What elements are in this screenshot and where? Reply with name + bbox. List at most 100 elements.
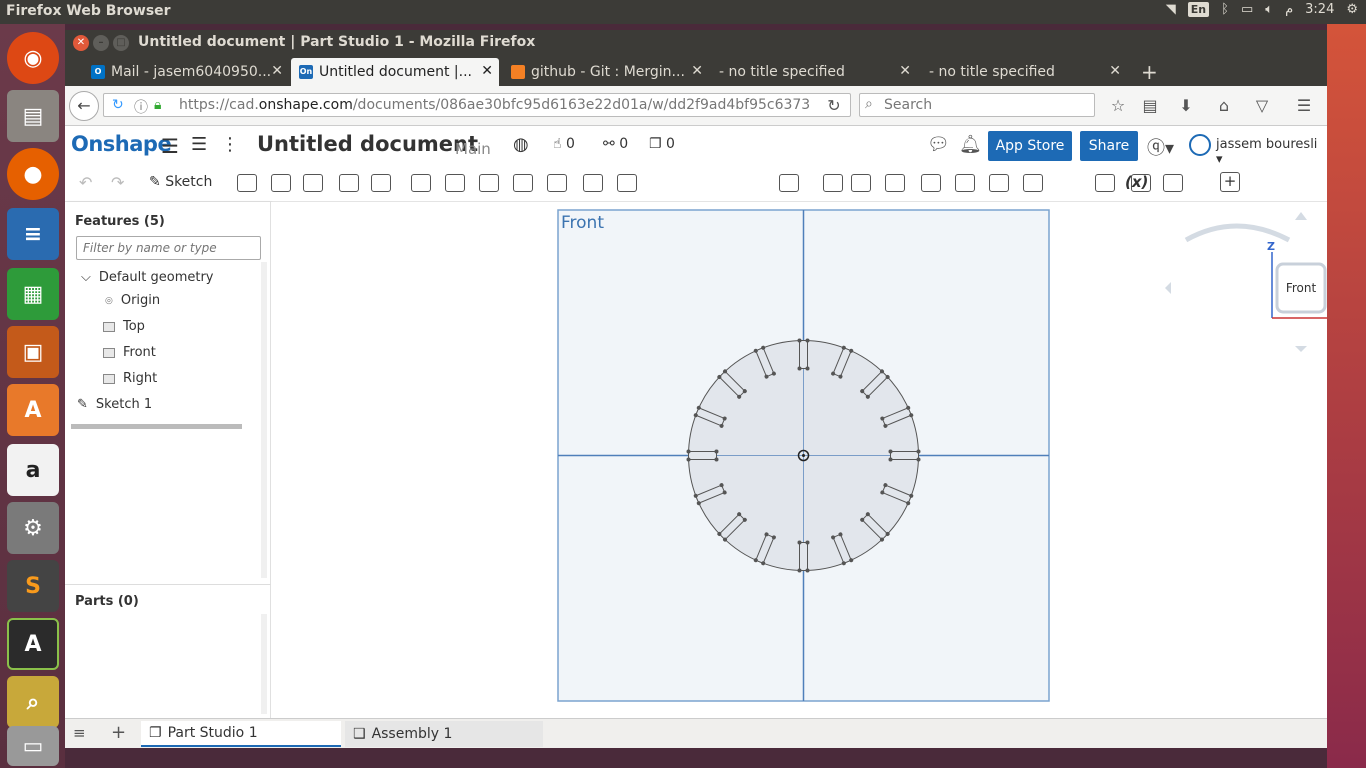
writer-icon[interactable]: ≡ (7, 208, 59, 260)
tab-close-icon[interactable]: ✕ (691, 63, 703, 79)
feature-tool-icon[interactable] (921, 174, 941, 192)
feature-tool-icon[interactable] (547, 174, 567, 192)
add-tab-icon[interactable]: + (111, 722, 126, 743)
view-left-arrow[interactable] (1165, 282, 1171, 294)
feature-tool-icon[interactable] (303, 174, 323, 192)
calc-icon[interactable]: ▦ (7, 268, 59, 320)
branch-icon[interactable]: ⋮ (221, 134, 239, 155)
battery-icon[interactable]: ▭ (1241, 2, 1253, 17)
viewport-canvas[interactable]: Front Front Z (271, 202, 1365, 718)
avatar[interactable] (1189, 134, 1211, 156)
pocket-icon[interactable]: ▽ (1251, 95, 1273, 117)
reload-icon[interactable]: ↻ (112, 97, 124, 113)
search-tool-icon[interactable]: ⌕ (7, 676, 59, 728)
reload-icon[interactable]: ↻ (823, 95, 845, 117)
tab-onshape[interactable]: On Untitled document |... ✕ (291, 58, 499, 86)
window-maximize-button[interactable]: □ (113, 35, 129, 51)
graphics-viewport[interactable]: Front Front Z (271, 202, 1365, 718)
files-icon[interactable]: ▤ (7, 90, 59, 142)
variable-icon[interactable]: (x) (1125, 173, 1148, 191)
window-minimize-button[interactable]: – (93, 35, 109, 51)
feature-tool-icon[interactable] (583, 174, 603, 192)
view-up-arrow[interactable] (1295, 212, 1307, 220)
system-settings-icon[interactable]: ⚙ (7, 502, 59, 554)
search-input[interactable]: ⌕ Search (859, 93, 1095, 117)
user-menu[interactable]: jassem bouresli ▾ (1216, 137, 1327, 167)
amazon-icon[interactable]: a (7, 444, 59, 496)
view-down-arrow[interactable] (1295, 346, 1307, 352)
parts-list-scrollbar[interactable] (261, 614, 267, 714)
hamburger-menu-icon[interactable]: ☰ (161, 134, 179, 158)
new-tab-button[interactable]: + (1133, 58, 1163, 86)
feature-tool-icon[interactable] (479, 174, 499, 192)
keyboard-layout-indicator[interactable]: En (1187, 2, 1210, 17)
language-indicator[interactable]: م (1285, 2, 1293, 17)
feature-tool-icon[interactable] (513, 174, 533, 192)
software-center-icon[interactable]: A (7, 384, 59, 436)
sublime-icon[interactable]: S (7, 560, 59, 612)
impress-icon[interactable]: ▣ (7, 326, 59, 378)
feature-tool-icon[interactable] (779, 174, 799, 192)
feature-list-scrollbar[interactable] (261, 262, 267, 578)
bookmark-star-icon[interactable]: ☆ (1107, 95, 1129, 117)
sketch-slot[interactable] (686, 449, 719, 462)
chevron-down-icon[interactable]: ⌵ (81, 270, 91, 285)
feature-tool-icon[interactable] (371, 174, 391, 192)
like-count[interactable]: ☝ 0 (553, 136, 575, 152)
tab-assembly-1[interactable]: ❑ Assembly 1 (345, 721, 543, 747)
sketch-slot[interactable] (797, 540, 810, 573)
tab-close-icon[interactable]: ✕ (271, 63, 283, 79)
url-bar[interactable]: ↻ ⓘ 🔒︎ https://cad.onshape.com/documents… (103, 93, 851, 117)
share-button[interactable]: Share (1080, 131, 1138, 161)
reading-list-icon[interactable]: ▤ (1139, 95, 1161, 117)
sketch-button[interactable]: ✎ Sketch (149, 174, 212, 190)
window-close-button[interactable]: ✕ (73, 35, 89, 51)
globe-icon[interactable]: ◍ (513, 134, 529, 155)
feature-tool-icon[interactable] (1095, 174, 1115, 192)
default-geometry-node[interactable]: ⌵ Default geometry (81, 270, 214, 285)
undo-icon[interactable]: ↶ (79, 173, 92, 192)
feature-tool-icon[interactable] (885, 174, 905, 192)
tab-no-title-1[interactable]: - no title specified ✕ (711, 58, 917, 86)
tab-list-icon[interactable]: ≡ (73, 724, 86, 742)
view-cube[interactable]: Front Z X (1165, 212, 1346, 352)
gear-icon[interactable]: ⚙ (1346, 2, 1358, 17)
redo-icon[interactable]: ↷ (111, 173, 124, 192)
ubuntu-dash-icon[interactable]: ◉ (7, 32, 59, 84)
feature-tool-icon[interactable] (1023, 174, 1043, 192)
feature-tool-icon[interactable] (989, 174, 1009, 192)
info-icon[interactable]: ⓘ (134, 97, 148, 116)
feature-tool-icon[interactable] (411, 174, 431, 192)
firefox-icon[interactable]: ● (7, 148, 59, 200)
tab-no-title-2[interactable]: - no title specified ✕ (921, 58, 1127, 86)
tab-github[interactable]: github - Git : Mergin... ✕ (503, 58, 709, 86)
feature-origin[interactable]: ◎ Origin (105, 293, 160, 308)
home-icon[interactable]: ⌂ (1213, 95, 1235, 117)
feature-tool-icon[interactable] (823, 174, 843, 192)
sketch-slot[interactable] (797, 338, 810, 371)
feature-tool-icon[interactable] (1163, 174, 1183, 192)
rollback-bar[interactable] (71, 424, 242, 429)
versions-icon[interactable]: ☰ (191, 134, 207, 155)
feature-front-plane[interactable]: Front (103, 345, 156, 360)
sketch-slot[interactable] (888, 449, 921, 462)
tab-close-icon[interactable]: ✕ (899, 63, 911, 79)
feature-tool-icon[interactable] (271, 174, 291, 192)
feature-filter-input[interactable] (76, 236, 261, 260)
feature-tool-icon[interactable] (237, 174, 257, 192)
add-custom-feature-icon[interactable]: + (1220, 172, 1240, 192)
back-button[interactable]: ← (69, 91, 99, 121)
feature-right-plane[interactable]: Right (103, 371, 157, 386)
tab-close-icon[interactable]: ✕ (1109, 63, 1121, 79)
clock[interactable]: 3:24 (1305, 2, 1334, 17)
help-icon[interactable]: ⓠ▾ (1147, 134, 1174, 160)
notification-bell-icon[interactable]: 🔔︎ (959, 134, 982, 155)
feature-tool-icon[interactable] (617, 174, 637, 192)
view-rotate-arc[interactable] (1184, 223, 1291, 243)
feature-tool-icon[interactable] (339, 174, 359, 192)
feature-tool-icon[interactable] (955, 174, 975, 192)
menu-icon[interactable]: ☰ (1293, 95, 1315, 117)
feature-top-plane[interactable]: Top (103, 319, 145, 334)
copy-count[interactable]: ❐ 0 (649, 136, 675, 152)
wifi-icon[interactable]: ◥ (1166, 2, 1176, 17)
